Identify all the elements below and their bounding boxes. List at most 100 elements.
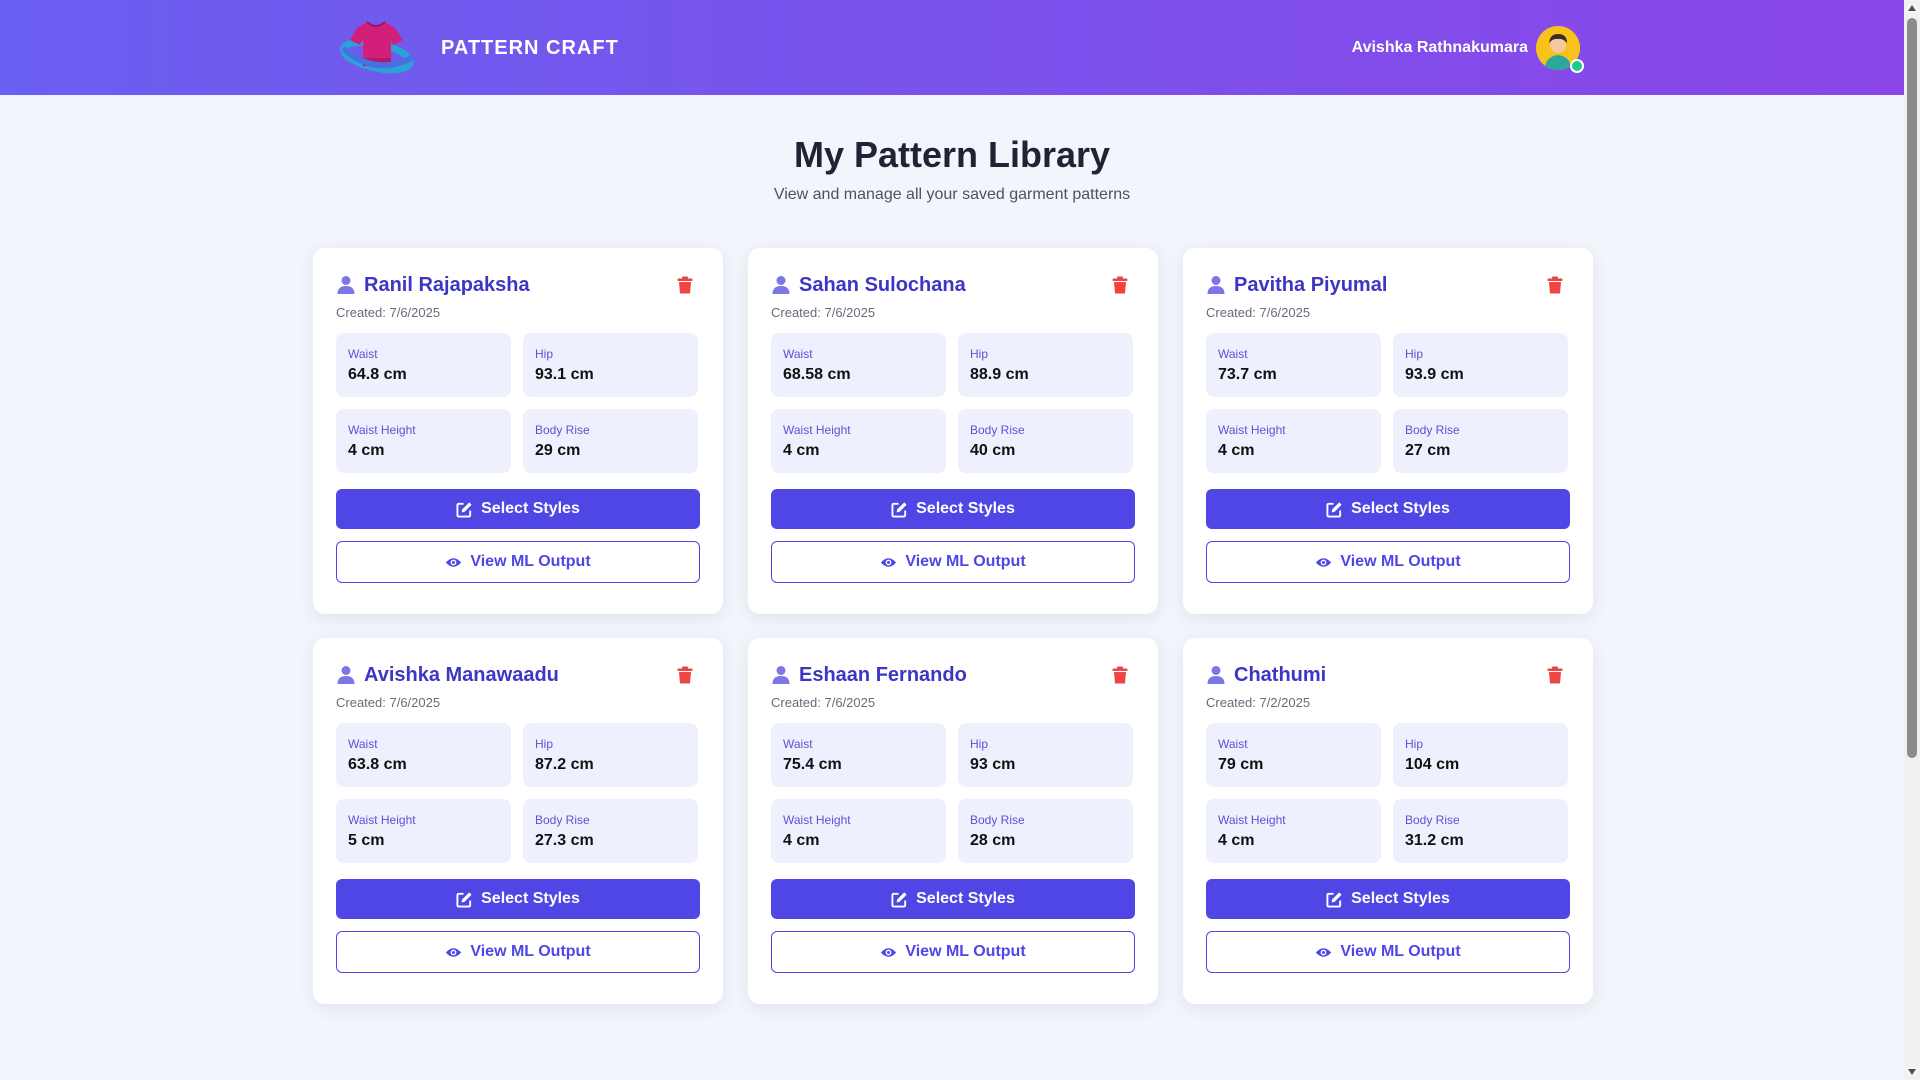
edit-icon <box>456 891 472 908</box>
view-ml-output-button[interactable]: View ML Output <box>336 931 700 973</box>
pattern-card: Ranil Rajapaksha Created: 7/6/2025 Waist… <box>313 248 723 614</box>
measurement-hip: Hip 93.9 cm <box>1393 333 1568 397</box>
measurement-label: Waist <box>1218 347 1248 361</box>
pattern-name: Chathumi <box>1234 663 1327 686</box>
pattern-name: Pavitha Piyumal <box>1234 273 1388 296</box>
select-styles-button[interactable]: Select Styles <box>1206 489 1570 529</box>
measurement-body-rise: Body Rise 40 cm <box>958 409 1133 473</box>
trash-icon[interactable] <box>677 276 693 294</box>
trash-icon[interactable] <box>1547 276 1563 294</box>
card-header: Ranil Rajapaksha <box>336 272 700 298</box>
view-ml-output-label: View ML Output <box>470 553 591 570</box>
user-menu[interactable]: Avishka Rathnakumara <box>1351 26 1584 73</box>
view-ml-output-button[interactable]: View ML Output <box>771 931 1135 973</box>
measurement-value: 27.3 cm <box>535 832 594 849</box>
measurement-value: 5 cm <box>348 832 385 849</box>
pattern-grid: Ranil Rajapaksha Created: 7/6/2025 Waist… <box>313 248 1593 1004</box>
scroll-up-arrow-icon[interactable] <box>1904 0 1920 16</box>
view-ml-output-label: View ML Output <box>1340 553 1461 570</box>
measurement-waist-height: Waist Height 4 cm <box>771 409 946 473</box>
measurement-body-rise: Body Rise 28 cm <box>958 799 1133 863</box>
view-ml-output-button[interactable]: View ML Output <box>1206 541 1570 583</box>
user-name: Avishka Rathnakumara <box>1351 39 1528 56</box>
measurements: Waist 79 cm Hip 104 cm Waist Height 4 cm… <box>1206 723 1570 863</box>
trash-icon[interactable] <box>1112 276 1128 294</box>
view-ml-output-button[interactable]: View ML Output <box>1206 931 1570 973</box>
avatar[interactable] <box>1536 26 1584 73</box>
edit-icon <box>891 501 907 518</box>
view-ml-output-button[interactable]: View ML Output <box>336 541 700 583</box>
measurement-value: 75.4 cm <box>783 756 842 773</box>
select-styles-label: Select Styles <box>1351 500 1450 517</box>
measurement-waist: Waist 73.7 cm <box>1206 333 1381 397</box>
tshirt-logo-icon <box>340 21 414 74</box>
card-header: Eshaan Fernando <box>771 662 1135 688</box>
trash-icon[interactable] <box>677 666 693 684</box>
select-styles-button[interactable]: Select Styles <box>336 489 700 529</box>
measurement-label: Body Rise <box>535 423 590 437</box>
page-title: My Pattern Library <box>793 134 1111 175</box>
brand-name: PATTERN CRAFT <box>441 36 619 59</box>
scroll-down-arrow-icon[interactable] <box>1904 1064 1920 1080</box>
view-ml-output-label: View ML Output <box>1340 943 1461 960</box>
user-icon <box>337 276 355 294</box>
vertical-scrollbar[interactable] <box>1904 0 1920 1080</box>
measurement-value: 88.9 cm <box>970 366 1029 383</box>
measurement-value: 40 cm <box>970 442 1016 459</box>
select-styles-button[interactable]: Select Styles <box>771 489 1135 529</box>
measurement-label: Body Rise <box>1405 423 1460 437</box>
measurement-label: Waist <box>783 737 813 751</box>
edit-icon <box>1326 891 1342 908</box>
view-ml-output-label: View ML Output <box>905 553 1026 570</box>
view-ml-output-label: View ML Output <box>905 943 1026 960</box>
measurement-label: Waist Height <box>1218 423 1286 437</box>
user-icon <box>337 666 355 684</box>
measurement-value: 68.58 cm <box>783 366 851 383</box>
measurement-value: 104 cm <box>1405 756 1460 773</box>
measurement-body-rise: Body Rise 27.3 cm <box>523 799 698 863</box>
measurement-value: 4 cm <box>1218 832 1255 849</box>
created-date: Created: 7/6/2025 <box>336 695 441 710</box>
measurements: Waist 75.4 cm Hip 93 cm Waist Height 4 c… <box>771 723 1135 863</box>
measurement-value: 4 cm <box>783 832 820 849</box>
eye-icon <box>1316 947 1332 957</box>
view-ml-output-button[interactable]: View ML Output <box>771 541 1135 583</box>
trash-icon[interactable] <box>1547 666 1563 684</box>
measurement-hip: Hip 104 cm <box>1393 723 1568 787</box>
measurement-hip: Hip 93 cm <box>958 723 1133 787</box>
top-navigation-bar: PATTERN CRAFT Avishka Rathnakumara <box>0 0 1904 95</box>
measurement-value: 63.8 cm <box>348 756 407 773</box>
pattern-card: Pavitha Piyumal Created: 7/6/2025 Waist … <box>1183 248 1593 614</box>
select-styles-button[interactable]: Select Styles <box>336 879 700 919</box>
measurement-body-rise: Body Rise 29 cm <box>523 409 698 473</box>
brand[interactable]: PATTERN CRAFT <box>333 18 619 78</box>
measurement-value: 28 cm <box>970 832 1016 849</box>
measurement-value: 4 cm <box>348 442 385 459</box>
measurements: Waist 73.7 cm Hip 93.9 cm Waist Height 4… <box>1206 333 1570 473</box>
pattern-name: Eshaan Fernando <box>799 663 967 686</box>
eye-icon <box>446 557 462 567</box>
pattern-card: Sahan Sulochana Created: 7/6/2025 Waist … <box>748 248 1158 614</box>
page-subtitle: View and manage all your saved garment p… <box>773 186 1131 203</box>
measurement-hip: Hip 93.1 cm <box>523 333 698 397</box>
measurement-value: 79 cm <box>1218 756 1264 773</box>
select-styles-button[interactable]: Select Styles <box>1206 879 1570 919</box>
measurements: Waist 64.8 cm Hip 93.1 cm Waist Height 4… <box>336 333 700 473</box>
card-header: Chathumi <box>1206 662 1570 688</box>
measurement-label: Waist <box>1218 737 1248 751</box>
select-styles-button[interactable]: Select Styles <box>771 879 1135 919</box>
measurement-value: 93.1 cm <box>535 366 594 383</box>
measurement-waist: Waist 75.4 cm <box>771 723 946 787</box>
trash-icon[interactable] <box>1112 666 1128 684</box>
measurement-waist-height: Waist Height 4 cm <box>771 799 946 863</box>
measurement-label: Body Rise <box>970 423 1025 437</box>
pattern-card: Avishka Manawaadu Created: 7/6/2025 Wais… <box>313 638 723 1004</box>
edit-icon <box>456 501 472 518</box>
user-icon <box>1207 666 1225 684</box>
created-date: Created: 7/6/2025 <box>1206 305 1311 320</box>
measurement-label: Hip <box>1405 347 1424 361</box>
user-icon <box>772 276 790 294</box>
scrollbar-thumb[interactable] <box>1907 18 1917 758</box>
measurement-label: Body Rise <box>970 813 1025 827</box>
measurement-value: 31.2 cm <box>1405 832 1464 849</box>
